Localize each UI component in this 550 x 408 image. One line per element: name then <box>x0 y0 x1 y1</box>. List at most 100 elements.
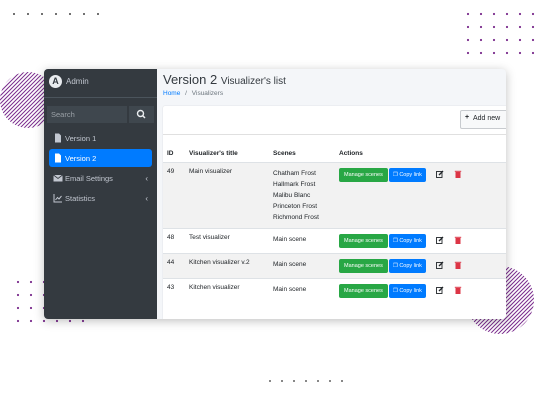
brand-logo: A <box>49 75 62 88</box>
decor-dot <box>97 13 99 15</box>
column-header-scenes[interactable]: Scenes <box>269 144 335 163</box>
decor-dot <box>466 51 470 55</box>
column-header-title[interactable]: Visualizer's title <box>185 144 269 163</box>
search-input[interactable] <box>47 106 127 123</box>
decor-dot <box>479 25 483 29</box>
breadcrumb-separator: / <box>185 90 187 97</box>
sidebar-search <box>47 106 154 123</box>
page-subtitle: Visualizer's list <box>220 76 286 87</box>
decor-dot <box>505 12 509 16</box>
decor-dot <box>41 13 43 15</box>
edit-icon[interactable] <box>435 261 444 270</box>
breadcrumb: Home / Visualizers <box>163 90 223 97</box>
edit-icon[interactable] <box>435 236 444 245</box>
table-header-row: ID Visualizer's title Scenes Actions <box>163 144 506 163</box>
decor-dot <box>317 380 319 382</box>
sidebar-item-version-2[interactable]: Version 2 <box>49 149 152 167</box>
row-scenes: Main scene <box>269 253 335 279</box>
add-new-button[interactable]: + Add new <box>460 110 506 129</box>
main-content: Version 2 Visualizer's list Home / Visua… <box>157 69 506 319</box>
decor-dot <box>492 51 496 55</box>
trash-icon[interactable] <box>454 286 462 295</box>
decor-dot <box>29 319 33 323</box>
decor-dot <box>42 319 46 323</box>
sidebar-item-label: Statistics <box>65 194 96 203</box>
visualizers-table: ID Visualizer's title Scenes Actions 49 … <box>163 144 506 303</box>
decor-dot <box>29 306 33 310</box>
chevron-left-icon: ‹ <box>145 194 148 203</box>
row-title: Main visualizer <box>185 162 269 229</box>
chart-icon <box>53 194 62 203</box>
sidebar-item-label: Version 2 <box>65 154 97 163</box>
decor-dot <box>13 13 15 15</box>
edit-icon[interactable] <box>435 170 444 179</box>
copy-link-button[interactable]: ❐ Copy link <box>388 284 426 298</box>
copy-link-button[interactable]: ❐ Copy link <box>388 168 426 182</box>
scene-name: Malibu Blanc <box>273 192 311 199</box>
decor-dot <box>68 319 72 323</box>
sidebar-item-label: Email Settings <box>65 174 113 183</box>
decor-dot <box>293 380 295 382</box>
decor-dot <box>505 38 509 42</box>
decor-dot <box>531 12 535 16</box>
file-icon <box>55 133 61 143</box>
scene-name: Main scene <box>273 261 307 268</box>
decor-dot <box>466 25 470 29</box>
decor-dot <box>518 25 522 29</box>
file-icon <box>55 153 61 163</box>
decor-dot <box>492 25 496 29</box>
table-row: 49 Main visualizer Chatham Frost Hallmar… <box>163 162 506 229</box>
breadcrumb-home-link[interactable]: Home <box>163 90 180 97</box>
sidebar-item-statistics[interactable]: Statistics ‹ <box>49 189 152 207</box>
manage-scenes-button[interactable]: Manage scenes <box>339 234 388 248</box>
column-header-actions: Actions <box>335 144 506 163</box>
decor-dot <box>531 38 535 42</box>
copy-link-label: Copy link <box>399 238 422 244</box>
trash-icon[interactable] <box>454 170 462 179</box>
visualizers-card: + Add new ID Visualizer's title Scenes A… <box>163 106 506 319</box>
card-header: + Add new <box>163 106 506 135</box>
table-row: 48 Test visualizer Main scene Manage sce… <box>163 228 506 254</box>
decor-dot <box>479 38 483 42</box>
trash-icon[interactable] <box>454 261 462 270</box>
sidebar-item-label: Version 1 <box>65 134 97 143</box>
table-row: 44 Kitchen visualizer v.2 Main scene Man… <box>163 253 506 279</box>
decor-dot <box>27 13 29 15</box>
row-scenes: Main scene <box>269 278 335 303</box>
copy-link-label: Copy link <box>399 172 422 178</box>
row-scenes: Chatham Frost Hallmark Frost Malibu Blan… <box>269 162 335 229</box>
copy-link-button[interactable]: ❐ Copy link <box>388 234 426 248</box>
decor-dot <box>341 380 343 382</box>
decor-dot <box>281 380 283 382</box>
search-button[interactable] <box>129 106 154 123</box>
decor-dot <box>505 51 509 55</box>
scene-name: Princeton Frost <box>273 203 318 210</box>
brand[interactable]: A Admin <box>44 69 157 98</box>
breadcrumb-current: Visualizers <box>191 90 224 97</box>
sidebar-item-email-settings[interactable]: Email Settings ‹ <box>49 169 152 187</box>
row-id: 49 <box>163 162 185 229</box>
copy-link-label: Copy link <box>399 288 422 294</box>
sidebar-item-version-1[interactable]: Version 1 <box>49 129 152 147</box>
manage-scenes-button[interactable]: Manage scenes <box>339 168 388 182</box>
decor-dot <box>505 25 509 29</box>
column-header-id[interactable]: ID <box>163 144 185 163</box>
decor-dot <box>16 280 20 284</box>
decor-dot <box>55 13 57 15</box>
page-title: Version 2 Visualizer's list <box>163 72 286 87</box>
plus-icon: + <box>465 114 470 121</box>
manage-scenes-button[interactable]: Manage scenes <box>339 284 388 298</box>
row-id: 44 <box>163 253 185 279</box>
trash-icon[interactable] <box>454 236 462 245</box>
manage-scenes-button[interactable]: Manage scenes <box>339 259 388 273</box>
decor-dot <box>518 12 522 16</box>
decor-dot <box>479 51 483 55</box>
scene-name: Richmond Frost <box>273 214 319 221</box>
app-window: A Admin Version 1 Version 2 Email Settin… <box>44 69 506 319</box>
chevron-left-icon: ‹ <box>145 174 148 183</box>
decor-dot <box>29 280 33 284</box>
row-title: Kitchen visualizer <box>185 278 269 303</box>
edit-icon[interactable] <box>435 286 444 295</box>
row-actions: Manage scenes ❐ Copy link <box>335 162 506 229</box>
copy-link-button[interactable]: ❐ Copy link <box>388 259 426 273</box>
